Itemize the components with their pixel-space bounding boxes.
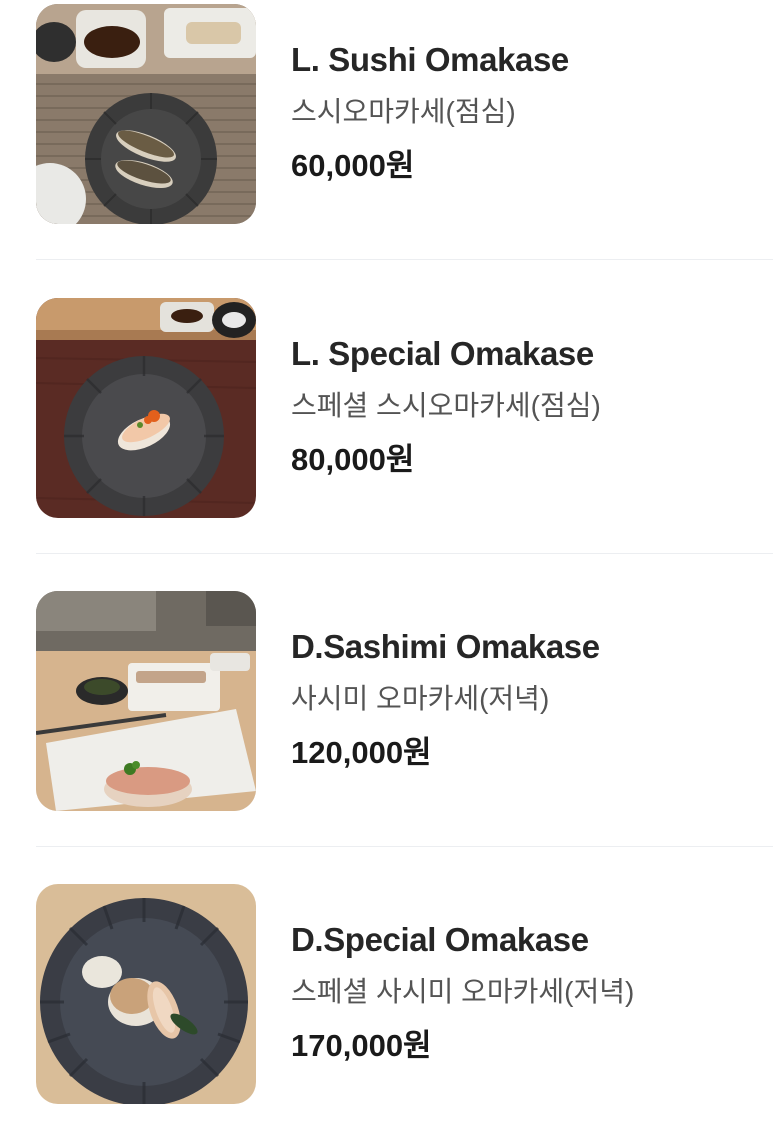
menu-item-special-omakase-lunch[interactable]: L. Special Omakase 스페셜 스시오마카세(점심) 80,000…: [0, 294, 773, 554]
menu-item-info: D.Sashimi Omakase 사시미 오마카세(저녁) 120,000원: [291, 623, 761, 777]
menu-item-info: L. Sushi Omakase 스시오마카세(점심) 60,000원: [291, 36, 761, 190]
menu-item-price: 170,000원: [291, 1028, 432, 1063]
menu-item-price: 120,000원: [291, 735, 432, 770]
food-photo-special-sashimi: [36, 884, 256, 1104]
menu-item-sushi-omakase-lunch[interactable]: L. Sushi Omakase 스시오마카세(점심) 60,000원: [0, 0, 773, 260]
menu-item-sashimi-omakase-dinner[interactable]: D.Sashimi Omakase 사시미 오마카세(저녁) 120,000원: [0, 587, 773, 847]
food-photo-special-sushi: [36, 298, 256, 518]
menu-item-photo[interactable]: [36, 591, 256, 811]
divider: [36, 846, 773, 847]
menu-item-name: D.Special Omakase: [291, 921, 589, 958]
menu-item-info: L. Special Omakase 스페셜 스시오마카세(점심) 80,000…: [291, 330, 761, 484]
menu-item-subtitle: 스페셜 사시미 오마카세(저녁): [291, 976, 635, 1007]
menu-item-photo[interactable]: [36, 298, 256, 518]
food-photo-sushi: [36, 4, 256, 224]
menu-item-special-omakase-dinner[interactable]: D.Special Omakase 스페셜 사시미 오마카세(저녁) 170,0…: [0, 880, 773, 1140]
menu-item-subtitle: 스페셜 스시오마카세(점심): [291, 390, 601, 421]
food-photo-sashimi: [36, 591, 256, 811]
menu-item-photo[interactable]: [36, 884, 256, 1104]
menu-item-subtitle: 스시오마카세(점심): [291, 96, 516, 127]
menu-item-name: L. Special Omakase: [291, 335, 594, 372]
menu-item-name: L. Sushi Omakase: [291, 41, 569, 78]
menu-item-price: 80,000원: [291, 442, 415, 477]
divider: [36, 553, 773, 554]
divider: [36, 259, 773, 260]
menu-item-price: 60,000원: [291, 148, 415, 183]
menu-list: L. Sushi Omakase 스시오마카세(점심) 60,000원 L. S…: [0, 0, 773, 1107]
menu-item-photo[interactable]: [36, 4, 256, 224]
menu-item-info: D.Special Omakase 스페셜 사시미 오마카세(저녁) 170,0…: [291, 916, 761, 1070]
menu-item-name: D.Sashimi Omakase: [291, 628, 600, 665]
menu-item-subtitle: 사시미 오마카세(저녁): [291, 683, 550, 714]
